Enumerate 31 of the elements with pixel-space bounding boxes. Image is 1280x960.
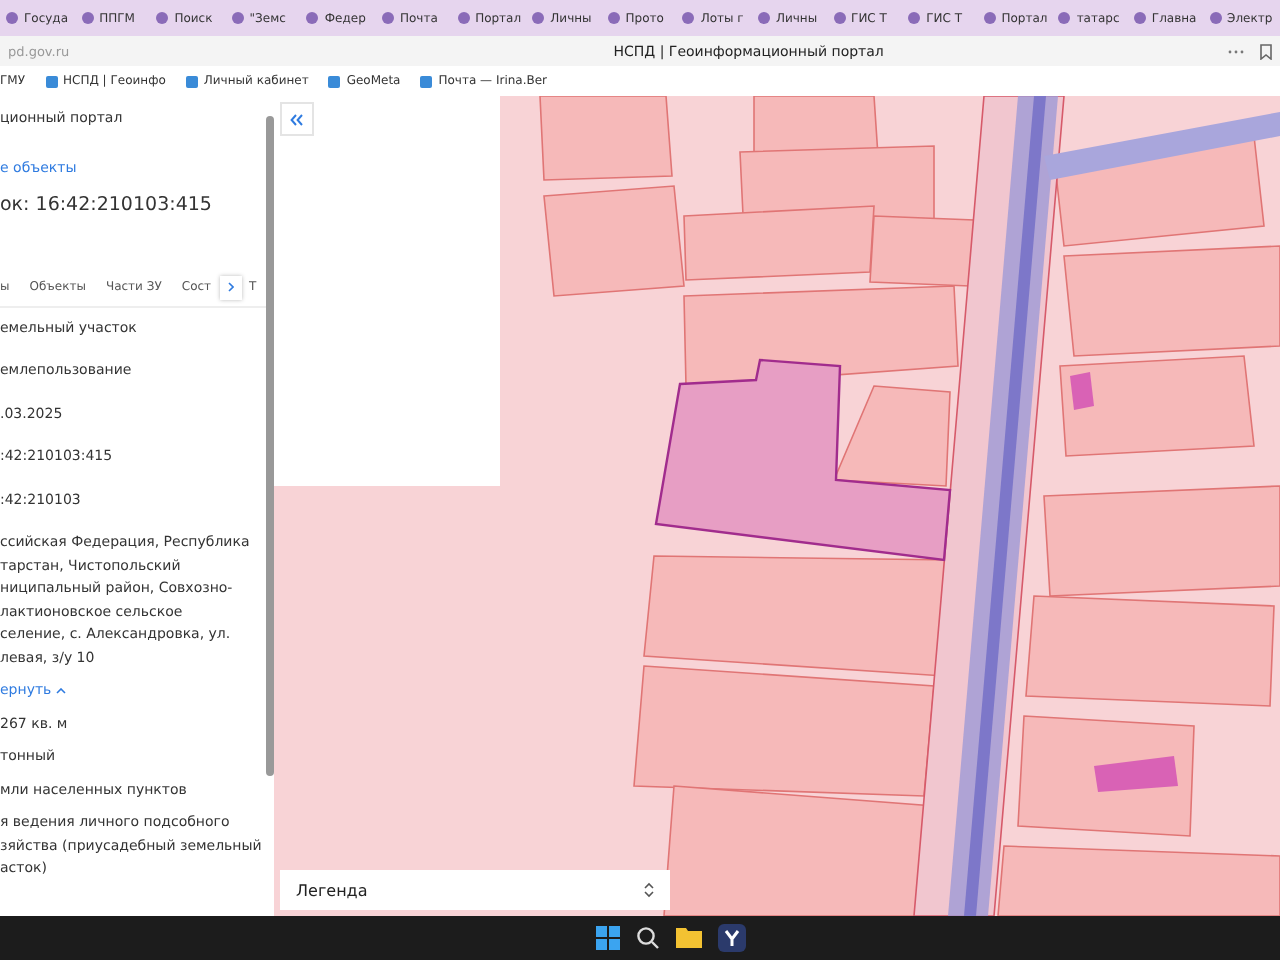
favicon-icon [1209, 12, 1221, 24]
favicon-icon [833, 12, 846, 24]
favicon-icon [908, 12, 921, 24]
folder-icon[interactable] [675, 926, 701, 950]
collapse-button[interactable] [280, 102, 314, 136]
favicon-icon [381, 12, 394, 24]
favicon-icon [1133, 12, 1146, 24]
favicon-icon [81, 12, 94, 24]
favicon-icon [682, 12, 695, 24]
favicon-icon [6, 12, 18, 24]
scrollbar-thumb[interactable] [266, 116, 274, 776]
chevron-up-icon [55, 688, 66, 694]
search-icon[interactable] [635, 926, 659, 950]
favicon-icon [757, 12, 770, 24]
favicon-icon [1058, 12, 1071, 24]
bookmark-icon[interactable] [1260, 43, 1272, 59]
double-chevron-left-icon [290, 113, 304, 125]
favicon-icon [231, 12, 244, 24]
favicon-icon [532, 12, 545, 24]
favicon-icon [306, 12, 319, 24]
favicon-icon [457, 12, 470, 24]
browser-icon[interactable] [717, 924, 745, 952]
scroll-tabs-button[interactable] [219, 275, 242, 299]
chevron-right-icon [227, 282, 234, 292]
favicon-icon [607, 12, 620, 24]
updown-icon [644, 882, 654, 898]
legend-dropdown[interactable]: Легенда [280, 870, 670, 910]
favicon-icon [983, 12, 996, 24]
favicon-icon [156, 12, 169, 24]
windows-icon[interactable] [595, 926, 619, 950]
parcel-heading: ок: 16:42:210103:415 [0, 194, 214, 217]
